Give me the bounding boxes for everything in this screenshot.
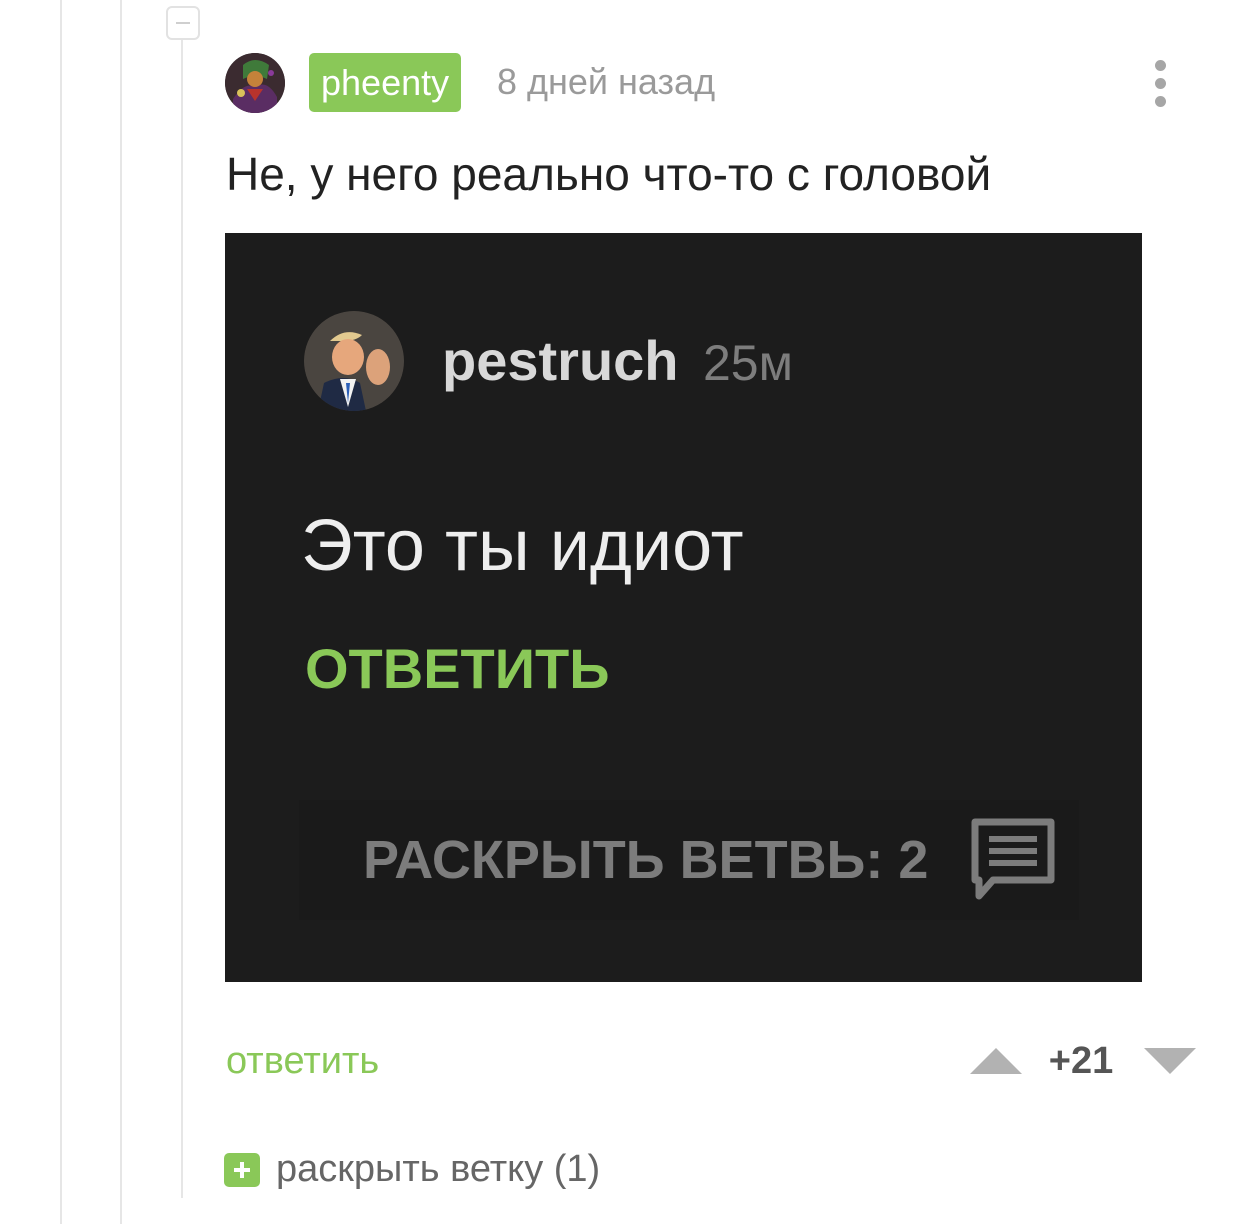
embedded-expand-label: РАСКРЫТЬ ВЕТВЬ: 2 [363,830,929,890]
collapse-thread-button[interactable] [166,6,200,40]
embedded-username: pestruch [442,329,679,392]
expand-branch-label: раскрыть ветку (1) [276,1148,601,1190]
comment-text: Не, у него реально что-то с головой [226,148,992,200]
embedded-avatar-image [304,311,404,411]
embedded-timestamp: 25м [703,335,793,391]
embedded-avatar [304,311,404,411]
username-badge[interactable]: pheenty [309,53,462,112]
triangle-up-icon[interactable] [968,1046,1024,1076]
avatar-image [225,53,285,113]
more-options-button[interactable] [1140,56,1182,110]
thread-line-outer [60,0,62,1224]
minus-icon [176,22,190,24]
plus-icon [224,1153,260,1187]
embedded-reply-label: ОТВЕТИТЬ [305,637,610,700]
thread-line-inner [120,0,122,1224]
embedded-comment-text: Это ты идиот [301,506,744,586]
rating-count: +21 [1048,1040,1114,1082]
triangle-down-icon[interactable] [1142,1046,1198,1076]
comment-icon [971,818,1055,900]
more-dot [1155,78,1166,89]
embedded-expand-branch: РАСКРЫТЬ ВЕТВЬ: 2 [299,800,1079,920]
thread-line-branch[interactable] [181,38,183,1198]
timestamp[interactable]: 8 дней назад [497,58,715,106]
more-dot [1155,96,1166,107]
comment-image[interactable]: pestruch 25м Это ты идиот ОТВЕТИТЬ РАСКР… [225,233,1142,982]
more-dot [1155,60,1166,71]
avatar[interactable] [225,53,285,113]
reply-link[interactable]: ответить [226,1038,379,1084]
